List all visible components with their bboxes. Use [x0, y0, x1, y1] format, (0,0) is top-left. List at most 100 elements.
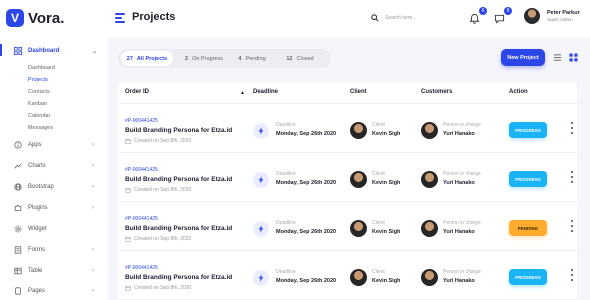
created-text: Created on Sep 8th, 2020: [134, 285, 192, 291]
submenu-item-projects[interactable]: Projects: [28, 77, 48, 83]
deadline-label: Deadline: [276, 171, 296, 177]
more-options-icon[interactable]: [570, 269, 574, 281]
person-avatar: [421, 220, 438, 237]
messages-badge: 9: [504, 7, 512, 15]
submenu-item-calendar[interactable]: Calendar: [28, 113, 50, 119]
deadline-date: Monday, Sep 26th 2020: [276, 278, 337, 284]
search-input[interactable]: [385, 15, 445, 21]
chevron-down-icon: ⌄: [92, 48, 98, 55]
tab-pending[interactable]: 4 Pending: [231, 51, 273, 66]
header-customers[interactable]: Customers: [421, 89, 452, 95]
header-order-id[interactable]: Order ID: [125, 89, 149, 95]
calendar-icon: [125, 236, 131, 242]
chevron-right-icon: ›: [92, 268, 94, 274]
tab-count: 27: [126, 55, 133, 62]
table-row[interactable]: #P-000441425 Build Branding Persona for …: [118, 252, 577, 300]
table-row[interactable]: #P-000441425 Build Branding Persona for …: [118, 203, 577, 251]
top-bar: V Vora. Projects 6 9 Peter Parkur Super …: [0, 0, 590, 38]
more-options-icon[interactable]: [570, 220, 574, 232]
grid-icon: [14, 47, 22, 55]
notification-button[interactable]: 6: [469, 7, 487, 25]
page-title: Projects: [132, 11, 176, 23]
sidebar-item-label: Dashboard: [28, 48, 60, 54]
menu-toggle-icon[interactable]: [115, 13, 125, 23]
status-tabs: 27 All Projects 2 On Progress 4 Pending 12 C…: [118, 49, 331, 68]
user-menu[interactable]: Peter Parkur Super Admin: [524, 8, 580, 24]
search-icon[interactable]: [371, 14, 379, 22]
status-button[interactable]: PROGRESS: [509, 269, 547, 285]
messages-button[interactable]: 9: [494, 7, 512, 25]
tab-label: On Progress: [192, 55, 223, 62]
created-date: Created on Sep 8th, 2020: [125, 236, 191, 242]
person-avatar: [421, 269, 438, 286]
header-action[interactable]: Action: [509, 89, 528, 95]
sidebar-item-table[interactable]: Table ›: [0, 264, 108, 278]
sidebar-item-bootstrap[interactable]: Bootstrap ›: [0, 180, 108, 194]
tab-all-projects[interactable]: 27 All Projects: [121, 51, 173, 66]
chevron-right-icon: ›: [92, 142, 94, 148]
client-avatar: [350, 171, 367, 188]
order-id[interactable]: #P-000441425: [125, 118, 158, 124]
table-row[interactable]: #P-000441425 Build Branding Persona for …: [118, 154, 577, 202]
client-label: Client: [372, 171, 385, 177]
submenu-item-contacts[interactable]: Contacts: [28, 89, 50, 95]
sidebar-item-charts[interactable]: Charts ›: [0, 159, 108, 173]
lightning-icon: [253, 270, 269, 286]
deadline-date: Monday, Sep 26th 2020: [276, 180, 337, 186]
tab-count: 4: [238, 55, 242, 62]
calendar-icon: [125, 187, 131, 193]
table-row[interactable]: #P-000441425 Build Branding Persona for …: [118, 105, 577, 153]
status-button[interactable]: PENDING: [509, 220, 547, 236]
more-options-icon[interactable]: [570, 122, 574, 134]
created-text: Created on Sep 8th, 2020: [134, 187, 192, 193]
more-options-icon[interactable]: [570, 171, 574, 183]
grid-view-icon[interactable]: [569, 53, 578, 62]
sort-asc-icon[interactable]: ▲: [240, 90, 245, 96]
sidebar-item-dashboard[interactable]: Dashboard ⌄: [0, 44, 108, 58]
order-id[interactable]: #P-000441425: [125, 216, 158, 222]
logo-badge: V: [6, 9, 24, 27]
client-avatar: [350, 122, 367, 139]
chevron-right-icon: ›: [92, 288, 94, 294]
tab-closed[interactable]: 12 Closed: [278, 51, 322, 66]
order-id[interactable]: #P-000441425: [125, 265, 158, 271]
deadline-date: Monday, Sep 26th 2020: [276, 131, 337, 137]
tab-count: 12: [286, 55, 293, 62]
chevron-right-icon: ›: [92, 205, 94, 211]
client-name: Kevin Sigh: [372, 229, 401, 235]
sidebar-item-widget[interactable]: Widget: [0, 222, 108, 236]
created-date: Created on Sep 8th, 2020: [125, 138, 191, 144]
new-project-button[interactable]: New Project: [501, 49, 545, 66]
sidebar-item-label: Table: [28, 268, 43, 274]
order-id[interactable]: #P-000441425: [125, 167, 158, 173]
lightning-icon: [253, 172, 269, 188]
person-name: Yuri Hanako: [443, 131, 475, 137]
client-label: Client: [372, 220, 385, 226]
tab-on-progress[interactable]: 2 On Progress: [178, 51, 230, 66]
person-label: Person in charge: [443, 220, 481, 226]
notification-badge: 6: [479, 7, 487, 15]
header-deadline[interactable]: Deadline: [253, 89, 278, 95]
sidebar-item-forms[interactable]: Forms ›: [0, 243, 108, 257]
deadline-label: Deadline: [276, 269, 296, 275]
sidebar-item-apps[interactable]: Apps ›: [0, 138, 108, 152]
client-name: Kevin Sigh: [372, 131, 401, 137]
sidebar-item-pages[interactable]: Pages ›: [0, 284, 108, 298]
deadline-date: Monday, Sep 26th 2020: [276, 229, 337, 235]
deadline-label: Deadline: [276, 220, 296, 226]
sidebar-item-plugins[interactable]: Plugins ›: [0, 201, 108, 215]
project-name: Build Branding Persona for Etza.id: [125, 176, 233, 183]
chevron-right-icon: ›: [92, 163, 94, 169]
status-button[interactable]: PROGRESS: [509, 171, 547, 187]
submenu-item-messages[interactable]: Messages: [28, 125, 53, 131]
status-button[interactable]: PROGRESS: [509, 122, 547, 138]
created-date: Created on Sep 8th, 2020: [125, 187, 191, 193]
submenu-item-kanban[interactable]: Kanban: [28, 101, 47, 107]
app-logo[interactable]: V Vora.: [6, 9, 64, 27]
person-label: Person in charge: [443, 171, 481, 177]
submenu-item-dashboard[interactable]: Dashboard: [28, 65, 55, 71]
person-name: Yuri Hanako: [443, 229, 475, 235]
list-view-icon[interactable]: [553, 53, 562, 62]
header-client[interactable]: Client: [350, 89, 367, 95]
sidebar-item-label: Forms: [28, 247, 45, 253]
